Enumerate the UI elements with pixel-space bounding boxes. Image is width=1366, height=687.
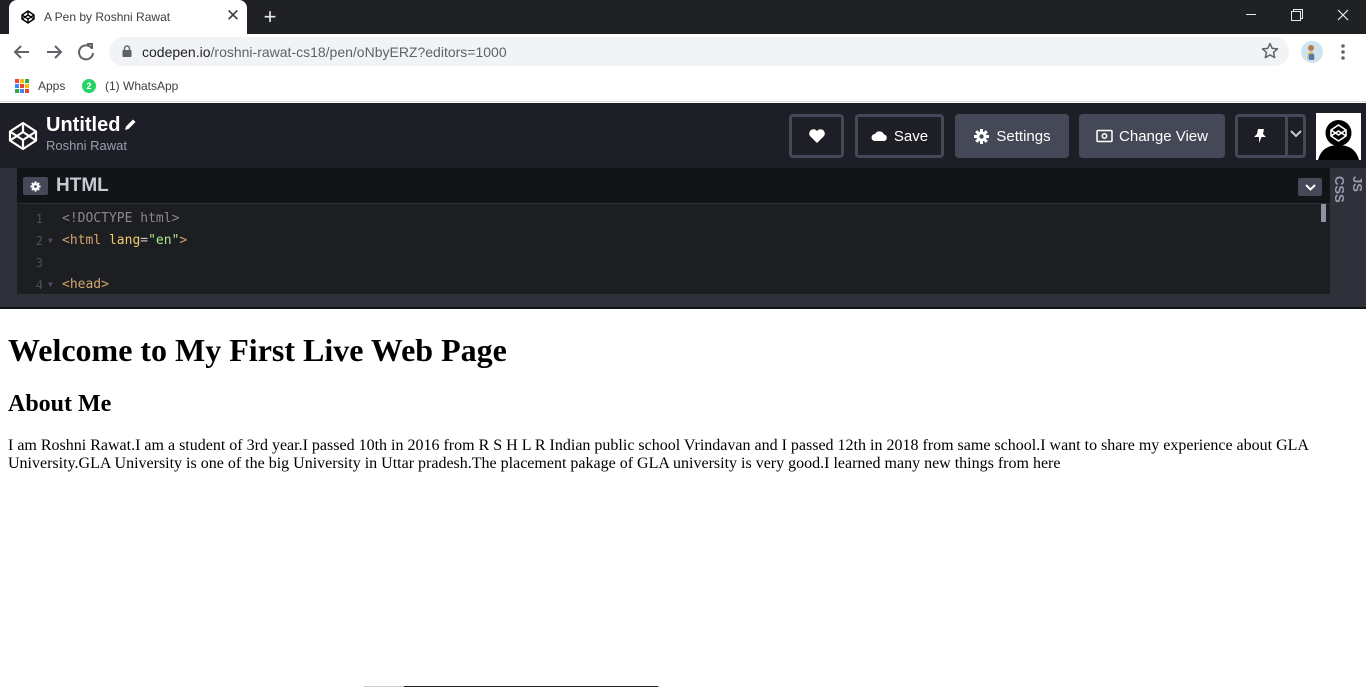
browser-toolbar: codepen.io/roshni-rawat-cs18/pen/oNbyERZ…	[0, 34, 1366, 70]
save-label: Save	[893, 127, 929, 145]
code-text: <!DOCTYPE html>	[62, 208, 179, 230]
bookmark-whatsapp[interactable]: 2 (1) WhatsApp	[82, 77, 178, 95]
browser-tab[interactable]: A Pen by Roshni Rawat ✕	[9, 0, 247, 34]
pen-author[interactable]: Roshni Rawat	[46, 138, 127, 153]
pin-icon	[1254, 129, 1266, 143]
code-token: lang	[101, 233, 141, 248]
line-number: 2	[35, 234, 43, 248]
change-view-button[interactable]: Change View	[1079, 114, 1225, 158]
avatar-icon	[1316, 113, 1361, 160]
bookmark-star-icon[interactable]	[1261, 42, 1279, 60]
code-token: <head>	[62, 277, 109, 292]
result-preview: Welcome to My First Live Web Page About …	[0, 310, 1366, 687]
editor-collapse-button[interactable]	[1298, 178, 1322, 196]
pin-divider	[1285, 117, 1288, 155]
html-editor[interactable]: HTML 1 <!DOCTYPE html> 2 ▼ <html lang="en"> 3…	[17, 168, 1330, 294]
gear-icon	[30, 181, 41, 191]
line-number: 4	[35, 278, 43, 292]
code-text: <head>	[62, 274, 109, 296]
pin-button[interactable]	[1235, 114, 1306, 158]
settings-label: Settings	[996, 127, 1051, 145]
settings-button[interactable]: Settings	[955, 114, 1069, 158]
minimize-icon[interactable]	[1228, 0, 1274, 30]
user-avatar[interactable]	[1316, 113, 1361, 160]
editor-language-title: HTML	[56, 175, 109, 196]
preview-subheading: About Me	[8, 391, 112, 417]
save-button[interactable]: Save	[855, 114, 944, 158]
pen-title[interactable]: Untitled	[46, 114, 120, 137]
bookmark-label: Apps	[38, 79, 66, 93]
apps-grid-icon	[15, 79, 29, 93]
preview-heading: Welcome to My First Live Web Page	[8, 332, 507, 368]
preview-paragraph: I am Roshni Rawat.I am a student of 3rd …	[8, 437, 1309, 472]
code-line[interactable]: 2 ▼ <html lang="en">	[17, 230, 1317, 252]
fold-arrow-icon[interactable]: ▼	[48, 274, 53, 296]
reload-icon[interactable]	[74, 41, 98, 63]
tab-css[interactable]: CSS	[1332, 176, 1347, 203]
forward-arrow-icon[interactable]	[42, 41, 66, 63]
url-domain: codepen.io	[142, 44, 211, 60]
bookmarks-bar: Apps 2 (1) WhatsApp	[0, 70, 1366, 102]
editor-resize-handle[interactable]	[0, 168, 17, 294]
collapsed-editors: CSS JS	[1330, 168, 1366, 294]
chevron-down-icon	[1304, 183, 1316, 191]
url-text[interactable]: codepen.io/roshni-rawat-cs18/pen/oNbyERZ…	[142, 44, 507, 60]
tab-js[interactable]: JS	[1350, 176, 1365, 192]
code-token: =	[140, 233, 149, 248]
tab-close-icon[interactable]: ✕	[225, 7, 241, 24]
new-tab-icon[interactable]: +	[259, 6, 281, 28]
code-token: "en"	[148, 233, 180, 248]
profile-picture-icon	[1301, 41, 1323, 63]
tab-title: A Pen by Roshni Rawat	[44, 10, 171, 24]
codepen-favicon-icon	[21, 10, 35, 24]
editor-scrollbar[interactable]	[1321, 204, 1326, 222]
line-number: 3	[35, 256, 43, 270]
whatsapp-icon: 2	[82, 79, 96, 93]
code-line[interactable]: 4 ▼ <head>	[17, 274, 1317, 296]
bookmark-label: (1) WhatsApp	[105, 79, 179, 93]
change-view-label: Change View	[1119, 127, 1208, 145]
browser-tab-strip: A Pen by Roshni Rawat ✕ +	[0, 0, 1366, 34]
line-number: 1	[35, 212, 43, 226]
cloud-icon	[871, 131, 887, 141]
fold-arrow-icon[interactable]: ▼	[48, 230, 53, 252]
pencil-icon[interactable]	[123, 118, 137, 132]
preview-resize-bar[interactable]	[0, 294, 1366, 309]
editor-header: HTML	[17, 168, 1330, 204]
love-button[interactable]	[789, 114, 844, 158]
browser-menu-icon[interactable]	[1336, 42, 1350, 62]
heart-icon	[808, 129, 825, 143]
code-token: <html	[62, 233, 102, 248]
codepen-logo-icon[interactable]	[7, 120, 39, 152]
editor-pane: HTML 1 <!DOCTYPE html> 2 ▼ <html lang="en"> 3…	[0, 168, 1366, 294]
editor-settings-button[interactable]	[23, 177, 48, 195]
code-area[interactable]: 1 <!DOCTYPE html> 2 ▼ <html lang="en"> 3 4 ▼ <he…	[17, 208, 1317, 296]
code-token: <!DOCTYPE html>	[62, 211, 180, 226]
profile-avatar[interactable]	[1301, 41, 1323, 63]
chevron-down-icon[interactable]	[1290, 130, 1302, 138]
address-bar[interactable]: codepen.io/roshni-rawat-cs18/pen/oNbyERZ…	[109, 37, 1289, 66]
back-arrow-icon[interactable]	[10, 41, 34, 63]
bookmark-apps[interactable]: Apps	[15, 77, 65, 95]
code-line[interactable]: 1 <!DOCTYPE html>	[17, 208, 1317, 230]
layout-icon	[1096, 129, 1113, 143]
gear-icon	[974, 128, 990, 144]
code-line[interactable]: 3	[17, 252, 1317, 274]
code-text: <html lang="en">	[62, 230, 187, 252]
restore-icon[interactable]	[1274, 0, 1320, 30]
code-token: >	[179, 233, 188, 248]
close-window-icon[interactable]	[1320, 0, 1366, 30]
url-path: /roshni-rawat-cs18/pen/oNbyERZ?editors=1…	[210, 44, 507, 60]
codepen-header: Untitled Roshni Rawat Save Settings Chan…	[0, 103, 1366, 168]
lock-icon[interactable]	[122, 45, 132, 57]
